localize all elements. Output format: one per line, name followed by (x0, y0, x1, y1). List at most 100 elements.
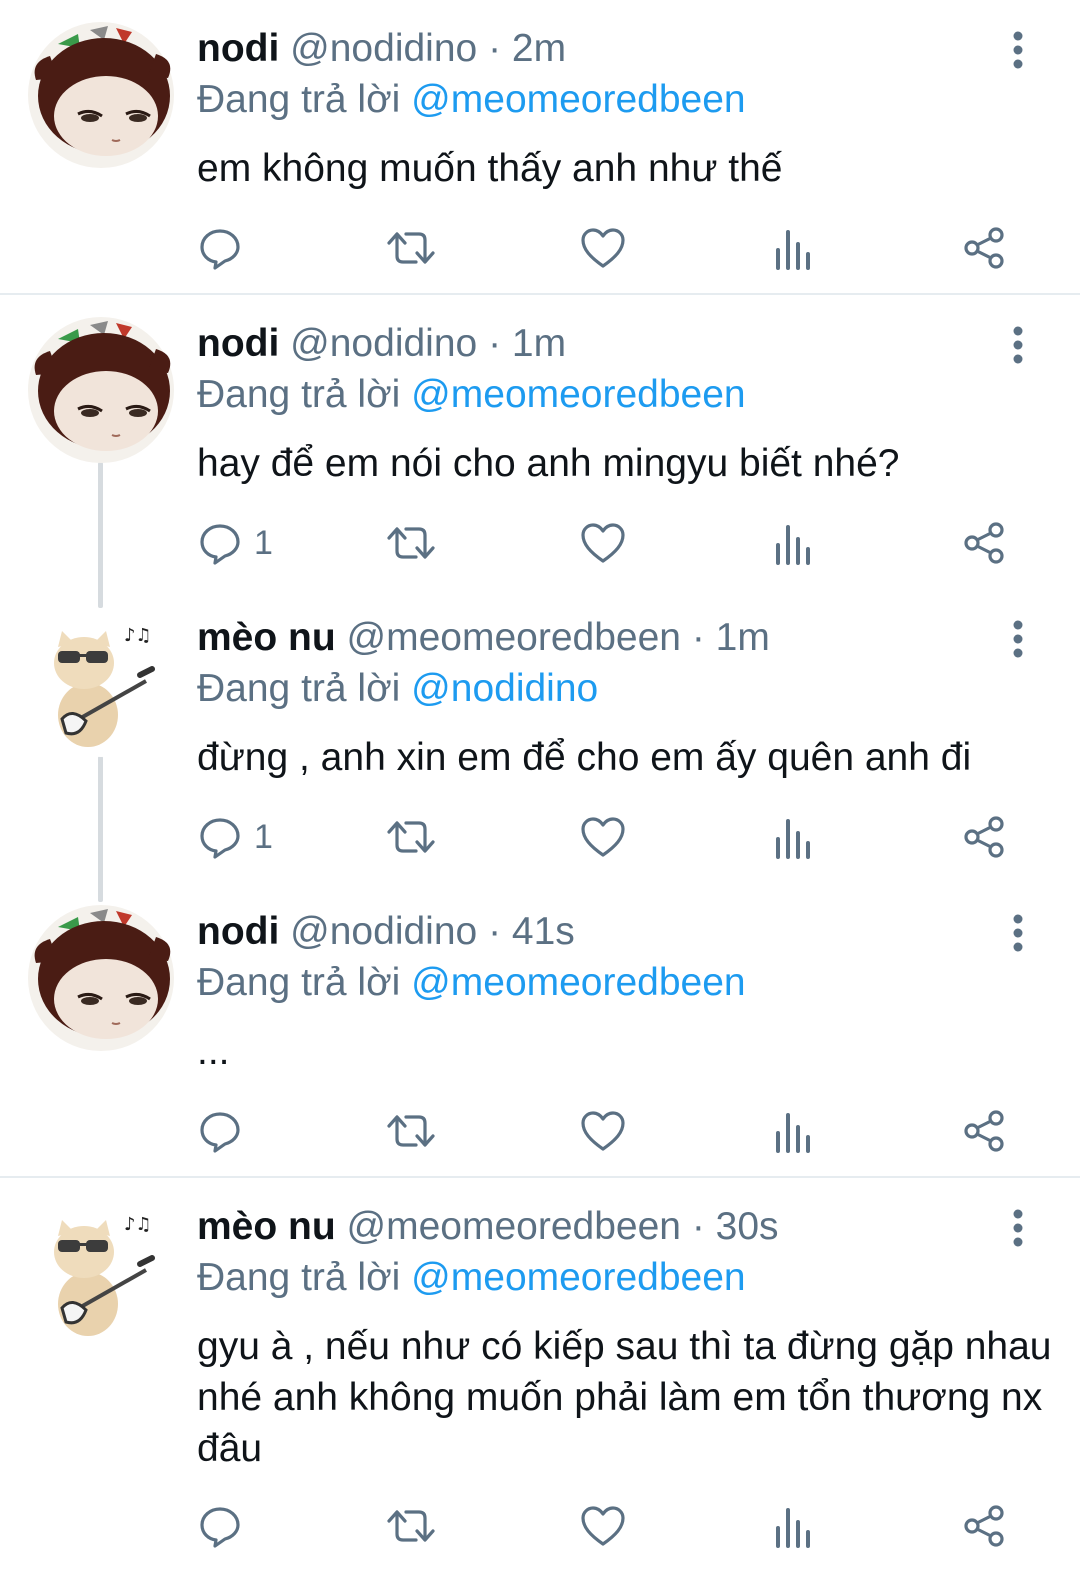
retweet-button[interactable] (386, 1496, 436, 1556)
tweet-header: nodi @nodidino · 41s (197, 910, 575, 954)
mention-link[interactable]: @meomeoredbeen (411, 78, 745, 121)
tweet[interactable]: nodi @nodidino · 1m Đang trả lời @meomeo… (0, 295, 1080, 589)
retweet-icon (386, 1109, 436, 1153)
views-button[interactable] (772, 513, 812, 573)
like-icon (580, 226, 626, 270)
retweet-icon (386, 521, 436, 565)
share-button[interactable] (962, 218, 1006, 278)
display-name[interactable]: nodi (197, 322, 279, 365)
tweet[interactable]: nodi @nodidino · 41s Đang trả lời @meome… (0, 883, 1080, 1177)
share-icon (962, 521, 1006, 565)
views-icon (772, 1109, 812, 1153)
reply-count: 1 (254, 523, 273, 562)
timestamp[interactable]: 30s (716, 1205, 779, 1248)
user-handle[interactable]: @nodidino (290, 910, 477, 953)
separator-dot: · (488, 322, 502, 365)
views-button[interactable] (772, 1496, 812, 1556)
tweet-text: em không muốn thấy anh như thế (197, 147, 783, 190)
avatar[interactable] (28, 22, 174, 168)
tweet-text: ... (197, 1030, 230, 1073)
more-vertical-icon[interactable] (1004, 325, 1032, 365)
like-button[interactable] (580, 218, 626, 278)
mention-link[interactable]: @meomeoredbeen (411, 961, 745, 1004)
timestamp[interactable]: 1m (512, 322, 566, 365)
display-name[interactable]: mèo nu (197, 1205, 336, 1248)
like-button[interactable] (580, 1496, 626, 1556)
reply-button[interactable]: 1 (198, 513, 273, 573)
tweet[interactable]: nodi @nodidino · 2m Đang trả lời @meomeo… (0, 0, 1080, 294)
reply-icon (198, 1109, 242, 1153)
display-name[interactable]: nodi (197, 910, 279, 953)
replying-to: Đang trả lời @meomeoredbeen (197, 373, 746, 417)
more-vertical-icon[interactable] (1004, 30, 1032, 70)
reply-button[interactable] (198, 1496, 254, 1556)
avatar[interactable] (28, 317, 174, 463)
tweet-header: mèo nu @meomeoredbeen · 30s (197, 1205, 779, 1249)
tweet[interactable]: mèo nu @meomeoredbeen · 1m Đang trả lời … (0, 589, 1080, 883)
tweet[interactable]: mèo nu @meomeoredbeen · 30s Đang trả lời… (0, 1178, 1080, 1573)
views-button[interactable] (772, 218, 812, 278)
tweet-text: hay để em nói cho anh mingyu biết nhé? (197, 442, 900, 485)
like-button[interactable] (580, 1101, 626, 1161)
display-name[interactable]: mèo nu (197, 616, 336, 659)
retweet-icon (386, 1504, 436, 1548)
replying-to: Đang trả lời @meomeoredbeen (197, 78, 746, 122)
tweet-text: đừng , anh xin em để cho em ấy quên anh … (197, 736, 972, 779)
tweet-actions: 1 (0, 513, 1080, 573)
mention-link[interactable]: @meomeoredbeen (411, 1256, 745, 1299)
share-button[interactable] (962, 1101, 1006, 1161)
share-button[interactable] (962, 807, 1006, 867)
mention-link[interactable]: @meomeoredbeen (411, 373, 745, 416)
views-icon (772, 226, 812, 270)
more-vertical-icon[interactable] (1004, 1208, 1032, 1248)
reply-button[interactable]: 1 (198, 807, 273, 867)
share-icon (962, 1109, 1006, 1153)
views-button[interactable] (772, 807, 812, 867)
separator-dot: · (488, 27, 502, 70)
reply-count: 1 (254, 817, 273, 856)
timestamp[interactable]: 1m (716, 616, 770, 659)
share-button[interactable] (962, 1496, 1006, 1556)
more-vertical-icon[interactable] (1004, 913, 1032, 953)
like-icon (580, 815, 626, 859)
share-icon (962, 1504, 1006, 1548)
tweet-actions (0, 1101, 1080, 1161)
separator-dot: · (488, 910, 502, 953)
timestamp[interactable]: 2m (512, 27, 566, 70)
user-handle[interactable]: @meomeoredbeen (347, 1205, 681, 1248)
tweet-feed: nodi @nodidino · 2m Đang trả lời @meomeo… (0, 0, 1080, 1573)
tweet-actions (0, 1496, 1080, 1556)
mention-link[interactable]: @nodidino (411, 667, 598, 710)
tweet-header: nodi @nodidino · 1m (197, 322, 566, 366)
reply-icon (198, 815, 242, 859)
replying-to-label: Đang trả lời (197, 667, 401, 710)
like-icon (580, 1109, 626, 1153)
retweet-button[interactable] (386, 807, 436, 867)
timestamp[interactable]: 41s (512, 910, 575, 953)
share-button[interactable] (962, 513, 1006, 573)
avatar[interactable] (28, 905, 174, 1051)
user-handle[interactable]: @meomeoredbeen (347, 616, 681, 659)
tweet-actions (0, 218, 1080, 278)
like-icon (580, 1504, 626, 1548)
replying-to: Đang trả lời @meomeoredbeen (197, 961, 746, 1005)
retweet-button[interactable] (386, 513, 436, 573)
reply-button[interactable] (198, 218, 254, 278)
separator-dot: · (691, 1205, 705, 1248)
views-button[interactable] (772, 1101, 812, 1161)
avatar[interactable] (28, 1200, 174, 1346)
user-handle[interactable]: @nodidino (290, 27, 477, 70)
like-button[interactable] (580, 513, 626, 573)
tweet-header: nodi @nodidino · 2m (197, 27, 566, 71)
avatar[interactable] (28, 611, 174, 757)
reply-icon (198, 1504, 242, 1548)
retweet-button[interactable] (386, 1101, 436, 1161)
reply-icon (198, 521, 242, 565)
retweet-button[interactable] (386, 218, 436, 278)
display-name[interactable]: nodi (197, 27, 279, 70)
like-button[interactable] (580, 807, 626, 867)
more-vertical-icon[interactable] (1004, 619, 1032, 659)
replying-to-label: Đang trả lời (197, 78, 401, 121)
reply-button[interactable] (198, 1101, 254, 1161)
user-handle[interactable]: @nodidino (290, 322, 477, 365)
